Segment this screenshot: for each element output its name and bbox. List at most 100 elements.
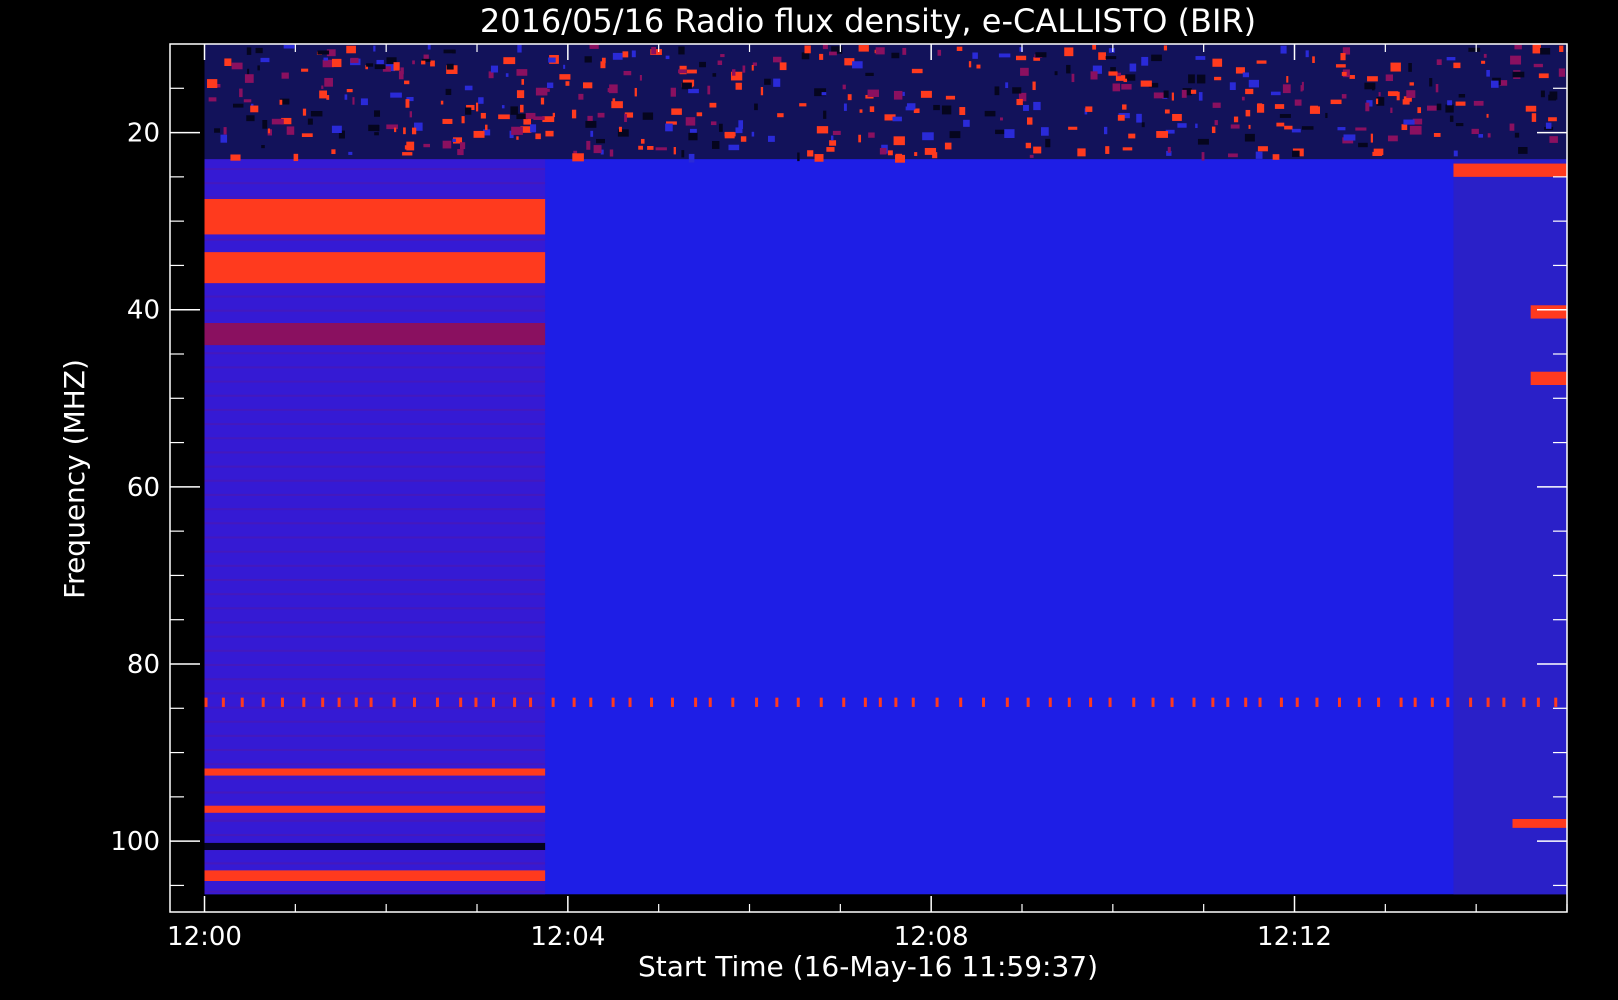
rfi-speck: [1245, 88, 1254, 95]
rfi-speck: [409, 111, 412, 118]
rfi-speck: [751, 64, 754, 71]
dashed-emission: [694, 697, 698, 707]
dashed-emission: [1430, 697, 1434, 707]
rfi-speck: [350, 57, 359, 63]
rfi-speck: [618, 126, 622, 132]
rfi-speck: [933, 104, 940, 111]
rfi-speck: [1153, 92, 1164, 99]
rfi-speck: [1054, 71, 1058, 76]
heatmap-band: [204, 196, 546, 199]
rfi-speck: [317, 50, 330, 55]
rfi-speck: [600, 61, 606, 69]
rfi-speck: [699, 61, 706, 68]
heatmap-band: [204, 578, 546, 581]
rfi-speck: [596, 138, 606, 144]
dashed-emission: [731, 697, 735, 707]
dashed-emission: [708, 697, 712, 707]
dashed-emission: [628, 697, 632, 707]
heatmap-band: [204, 621, 546, 624]
rfi-speck: [516, 69, 528, 76]
rfi-speck: [891, 52, 900, 59]
rfi-speck: [223, 127, 227, 135]
rfi-speck: [1282, 84, 1291, 94]
rfi-speck: [1294, 99, 1302, 106]
heatmap-band: [204, 352, 546, 355]
rfi-speck: [1004, 129, 1015, 138]
rfi-speck: [760, 86, 764, 96]
rfi-speck: [445, 88, 452, 96]
rfi-speck: [1385, 74, 1394, 82]
dashed-emission: [1295, 697, 1299, 707]
rfi-speck: [1409, 82, 1414, 86]
rfi-speck: [842, 84, 846, 90]
rfi-speck: [548, 57, 556, 63]
dashed-emission: [878, 697, 882, 707]
rfi-speck: [1548, 117, 1557, 122]
rfi-speck: [411, 127, 417, 135]
rfi-speck: [1214, 76, 1222, 81]
heatmap-band: [204, 508, 546, 511]
rfi-speck: [578, 93, 584, 100]
rfi-speck: [914, 152, 918, 157]
rfi-speck: [464, 85, 473, 91]
heatmap-band: [204, 791, 546, 794]
heatmap-band: [204, 749, 546, 752]
rfi-speck: [1286, 76, 1289, 83]
rfi-speck: [394, 127, 397, 133]
rfi-speck: [1020, 67, 1029, 76]
rfi-speck: [535, 87, 548, 96]
rfi-speck: [324, 77, 333, 87]
spectrogram-chart: 2016/05/16 Radio flux density, e-CALLIST…: [0, 0, 1618, 1000]
chart-title: 2016/05/16 Radio flux density, e-CALLIST…: [480, 2, 1256, 40]
rfi-speck: [1228, 153, 1238, 158]
rfi-speck: [427, 44, 431, 50]
rfi-speck: [865, 72, 874, 76]
rfi-speck: [559, 74, 571, 80]
rfi-speck: [1291, 128, 1301, 133]
dashed-emission: [1446, 697, 1450, 707]
rfi-speck: [1449, 115, 1454, 122]
dashed-emission: [221, 697, 225, 707]
rfi-speck: [374, 64, 386, 70]
rfi-speck: [593, 145, 602, 154]
rfi-speck: [1365, 102, 1370, 112]
dashed-emission: [261, 697, 265, 707]
heatmap-band: [204, 380, 546, 383]
rfi-speck: [1300, 85, 1303, 92]
heatmap-band: [204, 182, 546, 185]
rfi-speck: [1230, 124, 1240, 129]
dashed-emission: [1067, 697, 1071, 707]
rfi-speck: [1197, 138, 1209, 145]
rfi-speck: [678, 69, 687, 74]
rfi-speck: [310, 111, 323, 117]
dashed-emission: [392, 697, 396, 707]
rfi-speck: [1370, 133, 1373, 143]
rfi-speck: [1033, 101, 1041, 111]
rfi-speck: [516, 90, 525, 99]
rfi-speck: [521, 79, 525, 85]
rfi-speck: [1140, 80, 1152, 87]
rfi-speck: [452, 138, 456, 142]
rfi-speck: [1486, 113, 1489, 118]
rfi-speck: [831, 135, 834, 141]
rfi-speck: [1068, 126, 1078, 130]
rfi-speck: [1325, 112, 1328, 118]
rfi-speck: [1367, 76, 1378, 82]
rfi-speck: [807, 150, 814, 157]
rfi-speck: [461, 116, 465, 124]
heatmap-image: [204, 44, 1568, 895]
rfi-speck: [1481, 60, 1486, 64]
rfi-speck: [902, 47, 907, 55]
rfi-speck: [1538, 73, 1549, 79]
heatmap-band: [204, 890, 546, 893]
rfi-speck: [634, 87, 637, 97]
dashed-emission: [1226, 697, 1230, 707]
dashed-emission: [982, 697, 986, 707]
rfi-speck: [207, 79, 218, 89]
rfi-speck: [920, 90, 932, 98]
heatmap-band: [204, 692, 546, 695]
rfi-speck: [255, 47, 263, 54]
rfi-speck: [829, 140, 837, 146]
rfi-speck: [1510, 55, 1522, 65]
rfi-speck: [1233, 116, 1239, 123]
